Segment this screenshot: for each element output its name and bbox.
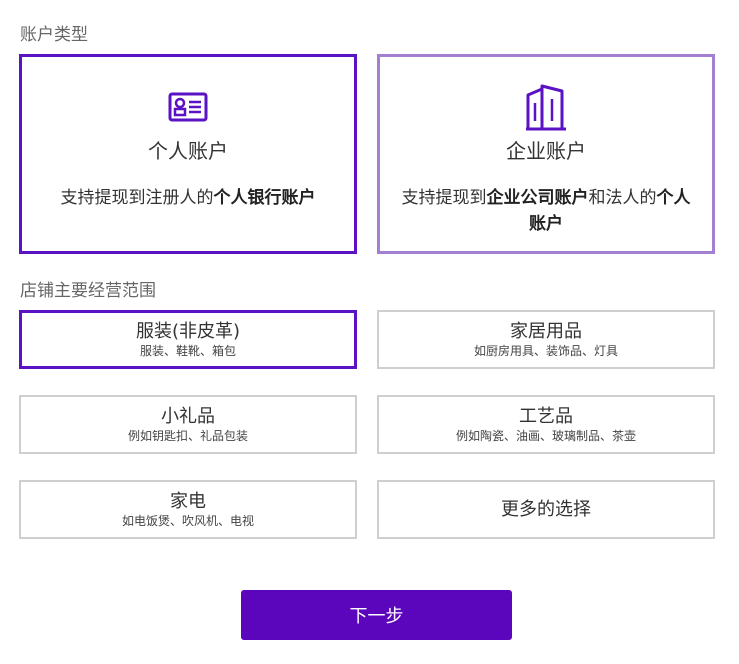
personal-account-desc: 支持提现到注册人的个人银行账户 <box>60 188 316 208</box>
id-card-icon <box>22 83 354 131</box>
building-icon <box>380 83 712 131</box>
category-name: 更多的选择 <box>501 498 591 520</box>
category-name: 小礼品 <box>161 405 215 427</box>
category-name: 家电 <box>170 490 206 512</box>
category-more-options[interactable]: 更多的选择 <box>377 480 715 539</box>
category-gifts[interactable]: 小礼品 例如钥匙扣、礼品包装 <box>19 395 357 454</box>
enterprise-account-desc: 支持提现到企业公司账户和法人的个人账户 <box>401 188 691 234</box>
category-home-goods[interactable]: 家居用品 如厨房用具、装饰品、灯具 <box>377 310 715 369</box>
next-button[interactable]: 下一步 <box>241 590 512 640</box>
enterprise-account-name: 企业账户 <box>506 139 586 163</box>
category-sub: 如厨房用具、装饰品、灯具 <box>473 343 618 358</box>
category-name: 服装(非皮革) <box>135 320 241 342</box>
personal-account-card[interactable]: 个人账户 支持提现到注册人的个人银行账户 <box>19 54 357 254</box>
category-sub: 服装、鞋靴、箱包 <box>139 343 236 358</box>
personal-account-name: 个人账户 <box>148 139 228 163</box>
category-sub: 例如钥匙扣、礼品包装 <box>127 428 248 443</box>
category-clothing[interactable]: 服装(非皮革) 服装、鞋靴、箱包 <box>19 310 357 369</box>
category-sub: 例如陶瓷、油画、玻璃制品、茶壶 <box>455 428 636 443</box>
category-name: 家居用品 <box>510 320 582 342</box>
account-type-title: 账户类型 <box>20 25 88 45</box>
category-appliances[interactable]: 家电 如电饭煲、吹风机、电视 <box>19 480 357 539</box>
category-sub: 如电饭煲、吹风机、电视 <box>121 513 254 528</box>
business-scope-title: 店铺主要经营范围 <box>20 281 156 301</box>
category-crafts[interactable]: 工艺品 例如陶瓷、油画、玻璃制品、茶壶 <box>377 395 715 454</box>
category-name: 工艺品 <box>519 405 573 427</box>
enterprise-account-card[interactable]: 企业账户 支持提现到企业公司账户和法人的个人账户 <box>377 54 715 254</box>
